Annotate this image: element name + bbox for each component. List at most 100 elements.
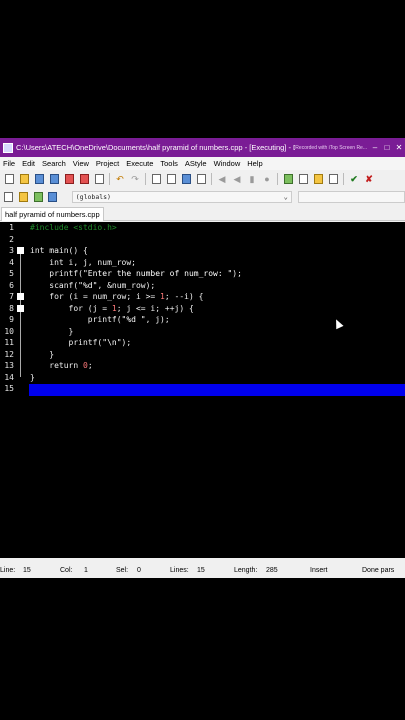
open-folder-icon[interactable]	[18, 173, 30, 185]
code-text: }	[30, 372, 35, 382]
tab-half-pyramid[interactable]: half pyramid of numbers.cpp	[1, 207, 104, 221]
line-number: 7	[9, 292, 14, 301]
add-to-project-icon[interactable]	[18, 191, 30, 203]
code-line[interactable]: 13 return 0;	[0, 360, 405, 372]
menu-bar: File Edit Search View Project Execute To…	[0, 157, 405, 170]
code-line[interactable]: 9 printf("%d ", j);	[0, 314, 405, 326]
menu-project[interactable]: Project	[93, 159, 123, 168]
function-select[interactable]	[297, 191, 405, 203]
line-number: 10	[4, 326, 14, 336]
status-bar: Line: 15 Col: 1 Sel: 0 Lines: 15 Length:…	[0, 562, 405, 578]
code-line[interactable]: 3 int main() {	[0, 245, 405, 257]
menu-edit[interactable]: Edit	[19, 159, 39, 168]
code-text: scanf("%d", &num_row);	[30, 280, 156, 290]
project-icon[interactable]	[3, 191, 15, 203]
code-text: }	[30, 326, 74, 336]
back-icon[interactable]: ◀	[216, 173, 228, 185]
remove-from-project-icon[interactable]	[32, 191, 44, 203]
line-number: 15	[4, 384, 14, 393]
toolbar-separator	[211, 173, 212, 185]
close-all-icon[interactable]	[78, 173, 90, 185]
check-icon[interactable]: ✔	[348, 173, 360, 185]
close-file-icon[interactable]	[63, 173, 75, 185]
code-text: printf("\n");	[30, 338, 132, 347]
status-col-label: Col:	[60, 567, 73, 574]
redo-icon[interactable]: ↷	[129, 173, 141, 185]
code-line[interactable]: 7 for (i = num_row; i >= 1; --i) {	[0, 291, 405, 303]
code-line[interactable]: 2	[0, 234, 405, 246]
code-line[interactable]: 6 scanf("%d", &num_row);	[0, 280, 405, 292]
status-lines-value: 15	[197, 567, 205, 574]
title-bar: C:\Users\ATECH\OneDrive\Documents\half p…	[0, 138, 405, 157]
compile-run-icon[interactable]	[312, 173, 324, 185]
code-text: printf("Enter the number of num_row: ");	[30, 269, 242, 278]
toolbar-separator	[277, 173, 278, 185]
menu-search[interactable]: Search	[39, 159, 70, 168]
code-line[interactable]: 5 printf("Enter the number of num_row: "…	[0, 268, 405, 280]
status-line-value: 15	[23, 567, 31, 574]
menu-window[interactable]: Window	[211, 159, 245, 168]
run-icon[interactable]	[297, 173, 309, 185]
fold-marker-icon[interactable]	[17, 247, 24, 254]
save-all-icon[interactable]	[48, 173, 60, 185]
line-number: 12	[4, 349, 14, 359]
line-number: 14	[4, 372, 14, 382]
menu-file[interactable]: File	[0, 159, 19, 168]
goto-line-icon[interactable]	[195, 173, 207, 185]
scope-select-value: (globals)	[75, 193, 111, 201]
menu-astyle[interactable]: AStyle	[182, 159, 211, 168]
toolbar-separator	[109, 173, 110, 185]
menu-help[interactable]: Help	[244, 159, 266, 168]
menu-execute[interactable]: Execute	[123, 159, 157, 168]
line-number: 1	[9, 223, 14, 232]
line-number: 4	[9, 257, 14, 267]
project-options-icon[interactable]	[47, 191, 59, 203]
status-length-value: 285	[266, 567, 278, 574]
status-sel-label: Sel:	[116, 567, 129, 574]
main-toolbar: ↶ ↷ ◀ ◀ ▮ ● ✔ ✘	[0, 170, 405, 188]
forward-icon[interactable]: ◀	[231, 173, 243, 185]
menu-view[interactable]: View	[70, 159, 93, 168]
code-text: int i, j, num_row;	[30, 257, 136, 267]
undo-icon[interactable]: ↶	[114, 173, 126, 185]
fold-marker-icon[interactable]	[17, 293, 24, 300]
code-line[interactable]: 11 printf("\n");	[0, 337, 405, 349]
replace-icon[interactable]	[165, 173, 177, 185]
code-line[interactable]: 12 }	[0, 349, 405, 361]
code-text: for (j = 1; j <= i; ++j) {	[30, 303, 194, 313]
code-text: return 0;	[30, 361, 93, 370]
new-file-icon[interactable]	[3, 173, 15, 185]
code-editor[interactable]: 1 #include <stdio.h> 2 3 int main() {4 int i…	[0, 222, 405, 558]
compile-icon[interactable]	[282, 173, 294, 185]
status-lines-label: Lines:	[170, 567, 189, 574]
status-parse: Done pars	[362, 567, 395, 574]
minimize-icon[interactable]: –	[369, 143, 381, 152]
line-number: 9	[9, 315, 14, 324]
maximize-icon[interactable]: □	[381, 143, 393, 152]
rebuild-icon[interactable]	[327, 173, 339, 185]
stop-execution-icon[interactable]: ✘	[363, 173, 375, 185]
code-line[interactable]: 1 #include <stdio.h>	[0, 222, 405, 234]
find-next-icon[interactable]	[180, 173, 192, 185]
editor-tabs: half pyramid of numbers.cpp	[0, 206, 405, 221]
code-line[interactable]: 8 for (j = 1; j <= i; ++j) {	[0, 303, 405, 315]
code-line[interactable]: 10 }	[0, 326, 405, 338]
code-text: printf("%d ", j);	[30, 315, 170, 324]
find-icon[interactable]	[150, 173, 162, 185]
recorder-watermark: Recorded with iTop Screen Re...	[295, 144, 367, 151]
line-number: 8	[9, 303, 14, 313]
line-number: 13	[4, 361, 14, 370]
menu-tools[interactable]: Tools	[157, 159, 182, 168]
code-line[interactable]: 15	[0, 383, 405, 395]
toggle-icon[interactable]: ●	[261, 173, 273, 185]
code-line[interactable]: 4 int i, j, num_row;	[0, 257, 405, 269]
status-length-label: Length:	[234, 567, 258, 574]
print-icon[interactable]	[93, 173, 105, 185]
close-icon[interactable]: ✕	[393, 143, 405, 152]
save-icon[interactable]	[33, 173, 45, 185]
bookmark-icon[interactable]: ▮	[246, 173, 258, 185]
code-text: #include <stdio.h>	[30, 223, 117, 232]
code-line[interactable]: 14}	[0, 372, 405, 384]
scope-select[interactable]: (globals) ⌄	[71, 191, 292, 203]
fold-marker-icon[interactable]	[17, 304, 24, 312]
